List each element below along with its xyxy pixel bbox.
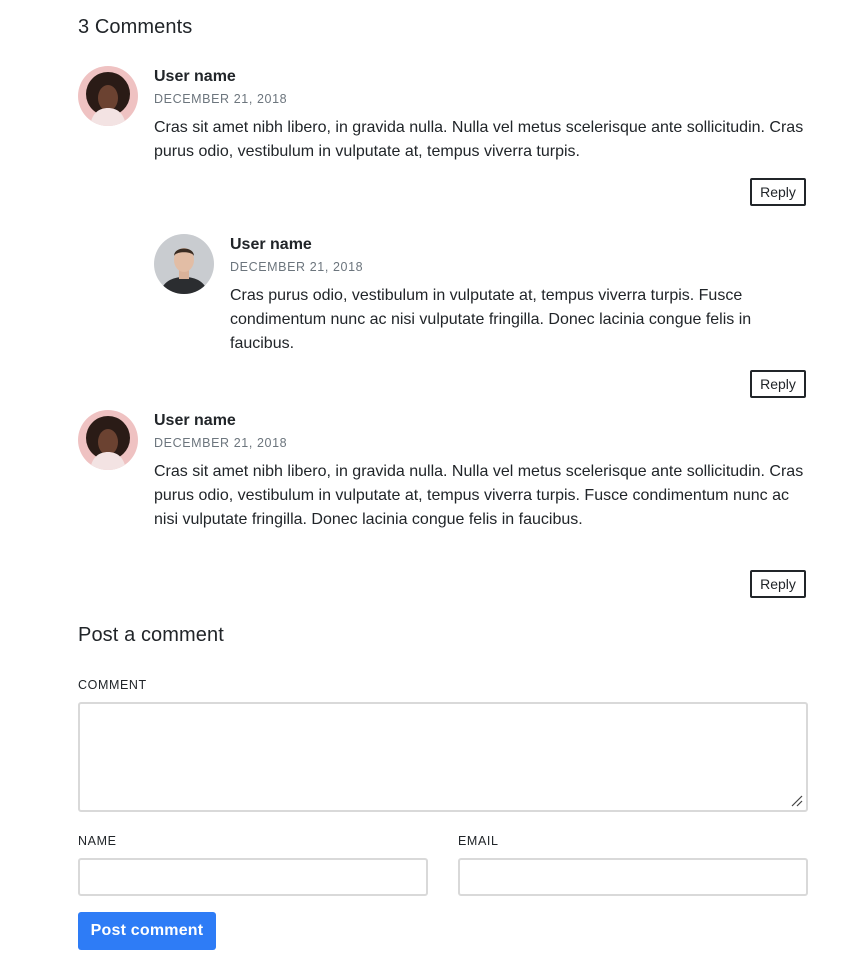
comment-body: Cras purus odio, vestibulum in vulputate… [230,287,752,352]
comment-body: Cras sit amet nibh libero, in gravida nu… [154,463,804,528]
comment-date: DECEMBER 21, 2018 [154,436,288,450]
comments-page: 3 Comments User name DECEMBER 21, 2018 C… [0,0,860,978]
comment-author: User name [154,412,236,429]
comment-reply-item: User name DECEMBER 21, 2018 Cras purus o… [154,234,818,404]
man-avatar[interactable] [154,234,214,294]
comment-item: User name DECEMBER 21, 2018 Cras sit ame… [78,66,818,216]
woman-avatar[interactable] [78,66,138,126]
name-input[interactable] [78,858,428,896]
reply-button[interactable]: Reply [750,370,806,398]
post-comment-heading: Post a comment [78,624,224,646]
comment-author: User name [230,236,312,253]
comments-count-heading: 3 Comments [78,16,193,38]
comment-body: Cras sit amet nibh libero, in gravida nu… [154,119,804,160]
email-input[interactable] [458,858,808,896]
comment-date: DECEMBER 21, 2018 [154,92,288,106]
woman-avatar[interactable] [78,410,138,470]
reply-button[interactable]: Reply [750,570,806,598]
comment-item: User name DECEMBER 21, 2018 Cras sit ame… [78,410,818,600]
comment-author: User name [154,68,236,85]
post-comment-button[interactable]: Post comment [78,912,216,950]
comment-label: COMMENT [78,678,147,692]
email-label: EMAIL [458,834,499,848]
comment-date: DECEMBER 21, 2018 [230,260,364,274]
reply-button[interactable]: Reply [750,178,806,206]
comment-textarea[interactable] [78,702,808,812]
resize-handle-icon[interactable] [789,793,803,807]
name-label: NAME [78,834,117,848]
